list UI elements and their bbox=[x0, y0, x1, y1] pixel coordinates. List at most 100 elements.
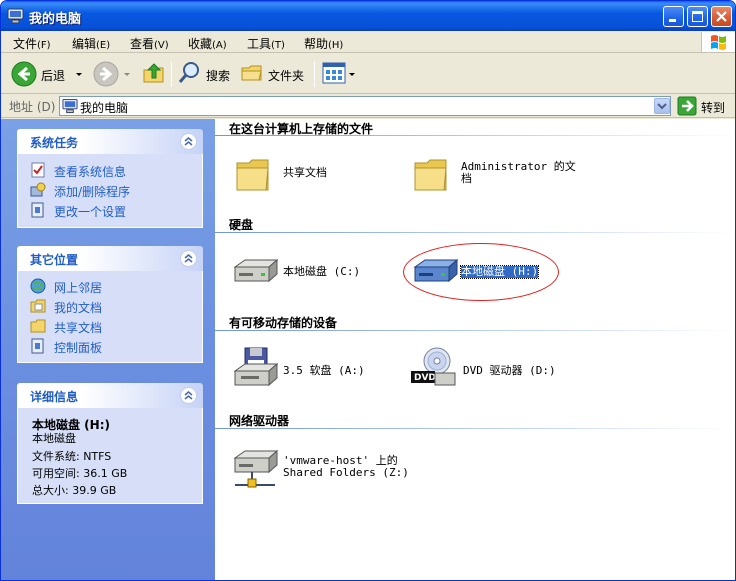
other-places-header[interactable]: 其它位置 bbox=[17, 246, 203, 271]
item-local-disk-c[interactable]: 本地磁盘 (C:) bbox=[231, 257, 381, 289]
other-places-panel: 其它位置 网上邻居 我的文档 共享文档 控制面板 bbox=[17, 246, 203, 363]
folders-button[interactable]: 文件夹 bbox=[239, 60, 309, 88]
group-divider bbox=[215, 135, 735, 136]
collapse-chevron-icon[interactable] bbox=[180, 250, 197, 267]
views-button[interactable] bbox=[321, 60, 357, 88]
group-divider bbox=[215, 428, 735, 429]
details-free-space: 可用空间: 36.1 GB bbox=[32, 467, 128, 480]
minimize-button[interactable] bbox=[663, 6, 684, 27]
other-places-title: 其它位置 bbox=[30, 253, 79, 267]
item-label: 'vmware-host' 上的 Shared Folders (Z:) bbox=[283, 454, 409, 479]
chevron-down-icon bbox=[76, 73, 82, 76]
details-filesystem: 文件系统: NTFS bbox=[32, 450, 112, 463]
back-button[interactable]: 后退 bbox=[9, 60, 75, 88]
address-bar: 地址 (D) 我的电脑 转到 bbox=[1, 94, 735, 118]
control-panel-icon bbox=[31, 202, 44, 218]
folder-icon bbox=[414, 159, 447, 191]
task-pane: 系统任务 查看系统信息 添加/删除程序 更改一个设置 其它位置 网上邻居 我的文… bbox=[1, 119, 215, 580]
back-dropdown[interactable] bbox=[75, 60, 85, 88]
item-administrator-documents[interactable]: Administrator 的文 档 bbox=[413, 155, 593, 197]
content-pane: 在这台计算机上存储的文件 共享文档 Administrator 的文 档 硬盘 bbox=[215, 119, 735, 580]
item-label: 共享文档 bbox=[283, 166, 327, 179]
svg-text:DVD: DVD bbox=[414, 373, 436, 383]
control-panel-icon bbox=[31, 338, 44, 354]
maximize-button[interactable] bbox=[687, 6, 708, 27]
menu-view[interactable]: 查看(V) bbox=[130, 35, 169, 52]
details-panel: 详细信息 本地磁盘 (H:) 本地磁盘 文件系统: NTFS 可用空间: 36.… bbox=[17, 383, 203, 504]
maximize-icon bbox=[692, 11, 703, 22]
system-tasks-body: 查看系统信息 添加/删除程序 更改一个设置 bbox=[17, 154, 203, 228]
system-tasks-panel: 系统任务 查看系统信息 添加/删除程序 更改一个设置 bbox=[17, 129, 203, 228]
windows-flag-icon bbox=[711, 35, 726, 50]
toolbar-separator bbox=[171, 61, 172, 87]
item-floppy-a[interactable]: 3.5 软盘 (A:) bbox=[231, 347, 381, 391]
dvd-drive-icon: DVD bbox=[411, 347, 456, 386]
back-label: 后退 bbox=[41, 69, 66, 83]
item-label: DVD 驱动器 (D:) bbox=[463, 364, 556, 377]
item-shared-documents[interactable]: 共享文档 bbox=[235, 155, 385, 197]
item-network-z[interactable]: 'vmware-host' 上的 Shared Folders (Z:) bbox=[231, 449, 431, 493]
details-total-size: 总大小: 39.9 GB bbox=[32, 484, 117, 497]
group-header-removable: 有可移动存储的设备 bbox=[229, 316, 338, 330]
toolbar: 后退 搜索 文件夹 bbox=[1, 54, 735, 94]
forward-arrow-icon bbox=[93, 61, 119, 87]
details-body: 本地磁盘 (H:) 本地磁盘 文件系统: NTFS 可用空间: 36.1 GB … bbox=[17, 408, 203, 504]
other-places-body: 网上邻居 我的文档 共享文档 控制面板 bbox=[17, 271, 203, 363]
item-label: Administrator 的文 档 bbox=[461, 160, 576, 185]
address-input[interactable]: 我的电脑 bbox=[59, 96, 671, 116]
address-label: 地址 (D) bbox=[9, 100, 56, 114]
folder-icon bbox=[236, 159, 269, 191]
go-arrow-icon bbox=[677, 96, 697, 116]
forward-button[interactable] bbox=[93, 60, 133, 88]
system-info-icon bbox=[31, 162, 45, 178]
my-computer-icon bbox=[62, 98, 78, 114]
toolbar-separator bbox=[314, 61, 315, 87]
system-tasks-header[interactable]: 系统任务 bbox=[17, 129, 203, 154]
window-title: 我的电脑 bbox=[29, 12, 82, 27]
title-bar[interactable]: 我的电脑 bbox=[1, 1, 735, 31]
go-button[interactable]: 转到 bbox=[677, 96, 733, 116]
hard-drive-icon bbox=[233, 258, 279, 283]
item-label: 本地磁盘 (C:) bbox=[283, 265, 361, 278]
address-dropdown-button[interactable] bbox=[654, 98, 670, 114]
menu-favorites[interactable]: 收藏(A) bbox=[188, 35, 227, 52]
my-documents-icon bbox=[30, 299, 46, 313]
views-icon bbox=[322, 62, 346, 84]
item-label: 3.5 软盘 (A:) bbox=[283, 364, 365, 377]
chevron-down-icon bbox=[657, 103, 667, 110]
folders-label: 文件夹 bbox=[268, 69, 305, 83]
search-button[interactable]: 搜索 bbox=[177, 60, 237, 88]
item-dvd-d[interactable]: DVD DVD 驱动器 (D:) bbox=[411, 347, 581, 391]
menu-file[interactable]: 文件(F) bbox=[13, 35, 51, 52]
search-label: 搜索 bbox=[206, 69, 231, 83]
chevron-down-icon bbox=[124, 73, 130, 76]
address-value: 我的电脑 bbox=[80, 101, 129, 115]
details-type: 本地磁盘 bbox=[32, 432, 76, 445]
close-button[interactable] bbox=[711, 6, 732, 27]
explorer-window: 我的电脑 文件(F) 编辑(E) 查看(V) 收藏(A) 工具(T) 帮助(H) bbox=[0, 0, 736, 581]
collapse-chevron-icon[interactable] bbox=[180, 133, 197, 150]
system-tasks-title: 系统任务 bbox=[30, 136, 79, 150]
chevron-down-icon bbox=[349, 73, 355, 76]
group-header-network: 网络驱动器 bbox=[229, 414, 290, 428]
group-divider bbox=[215, 232, 735, 233]
menu-edit[interactable]: 编辑(E) bbox=[72, 35, 110, 52]
annotation-circle bbox=[403, 243, 559, 301]
details-title: 详细信息 bbox=[30, 390, 79, 404]
menu-bar: 文件(F) 编辑(E) 查看(V) 收藏(A) 工具(T) 帮助(H) bbox=[1, 31, 735, 53]
add-remove-programs-icon bbox=[30, 182, 46, 197]
network-drive-icon bbox=[233, 449, 279, 488]
details-header[interactable]: 详细信息 bbox=[17, 383, 203, 408]
search-icon bbox=[178, 62, 199, 83]
collapse-chevron-icon[interactable] bbox=[180, 387, 197, 404]
go-label: 转到 bbox=[701, 101, 726, 115]
folders-icon bbox=[241, 65, 262, 81]
windows-logo bbox=[701, 32, 735, 52]
menu-tools[interactable]: 工具(T) bbox=[247, 35, 285, 52]
network-places-icon bbox=[30, 278, 46, 294]
my-computer-icon bbox=[7, 8, 24, 24]
close-icon bbox=[716, 11, 727, 22]
up-folder-button[interactable] bbox=[141, 60, 169, 88]
menu-help[interactable]: 帮助(H) bbox=[304, 35, 343, 52]
minimize-icon bbox=[669, 19, 676, 22]
